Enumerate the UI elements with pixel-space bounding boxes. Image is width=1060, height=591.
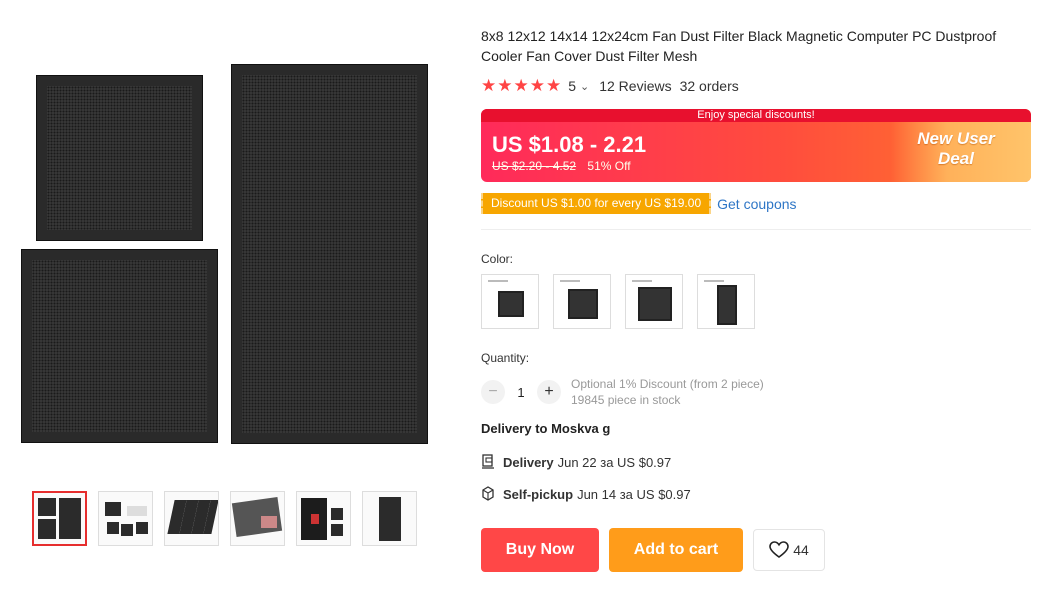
delivery-label: Delivery [503,454,554,470]
star-rating-icon: ★★★★★ [481,76,563,95]
coupon-row: Discount US $1.00 for every US $19.00 Ge… [481,193,797,214]
filter-small-image [36,75,203,241]
thumbnail-6[interactable] [362,491,417,546]
delivery-destination[interactable]: Delivery to Moskva g [481,421,610,436]
delivery-option: Delivery Jun 22 за US $0.97 [481,454,671,470]
wishlist-button[interactable]: 44 [753,529,825,571]
thumbnail-3[interactable] [164,491,219,546]
add-to-cart-button[interactable]: Add to cart [609,528,743,572]
coupon-tag[interactable]: Discount US $1.00 for every US $19.00 [481,193,712,214]
promo-banner: Enjoy special discounts! US $1.08 - 2.21… [481,109,1031,182]
pickup-box-icon [481,486,495,502]
color-option-12x12[interactable] [553,274,611,329]
quantity-label: Quantity: [481,351,530,365]
discount-percent: 51% Off [587,159,631,173]
pickup-date-price: Jun 14 за US $0.97 [577,486,691,502]
current-price: US $1.08 - 2.21 [492,132,647,157]
reviews-link[interactable]: 12 Reviews [599,78,671,94]
color-option-14x14[interactable] [625,274,683,329]
rating-row: ★★★★★ 5 ⌄ 12 Reviews 32 orders [481,76,739,96]
section-divider [481,229,1031,230]
get-coupons-link[interactable]: Get coupons [717,196,796,212]
quantity-value[interactable]: 1 [505,385,537,400]
filter-tall-image [231,64,428,444]
pickup-option: Self-pickup Jun 14 за US $0.97 [481,486,691,502]
color-swatches [481,274,755,329]
buy-now-button[interactable]: Buy Now [481,528,599,572]
rating-value[interactable]: 5 [568,78,576,94]
quantity-note: Optional 1% Discount (from 2 piece) 1984… [571,376,764,408]
main-product-image[interactable] [18,60,434,452]
new-user-deal-label: New User Deal [917,129,995,168]
heart-icon [769,541,790,558]
delivery-truck-icon [481,454,495,470]
thumbnail-strip [32,491,417,546]
color-option-8x8[interactable] [481,274,539,329]
quantity-stepper: − 1 + Optional 1% Discount (from 2 piece… [481,376,764,408]
thumbnail-1[interactable] [32,491,87,546]
bulk-discount-note: Optional 1% Discount (from 2 piece) [571,377,764,391]
wishlist-count: 44 [793,542,809,558]
pickup-label: Self-pickup [503,486,574,502]
thumbnail-2[interactable] [98,491,153,546]
product-title: 8x8 12x12 14x14 12x24cm Fan Dust Filter … [481,28,997,64]
thumbnail-4[interactable] [230,491,285,546]
orders-count: 32 orders [679,78,739,94]
chevron-down-icon[interactable]: ⌄ [580,80,589,93]
color-label: Color: [481,252,514,266]
color-option-12x24[interactable] [697,274,755,329]
quantity-decrease-button[interactable]: − [481,380,505,404]
stock-note: 19845 piece in stock [571,393,681,407]
promo-headline: Enjoy special discounts! [481,109,1031,122]
delivery-date-price: Jun 22 за US $0.97 [557,454,672,470]
action-buttons: Buy Now Add to cart 44 [481,528,825,572]
old-price-row: US $2.20 - 4.52 51% Off [492,159,631,173]
quantity-increase-button[interactable]: + [537,380,561,404]
product-gallery [0,0,450,591]
original-price: US $2.20 - 4.52 [492,159,577,173]
filter-medium-image [21,249,218,443]
thumbnail-5[interactable] [296,491,351,546]
